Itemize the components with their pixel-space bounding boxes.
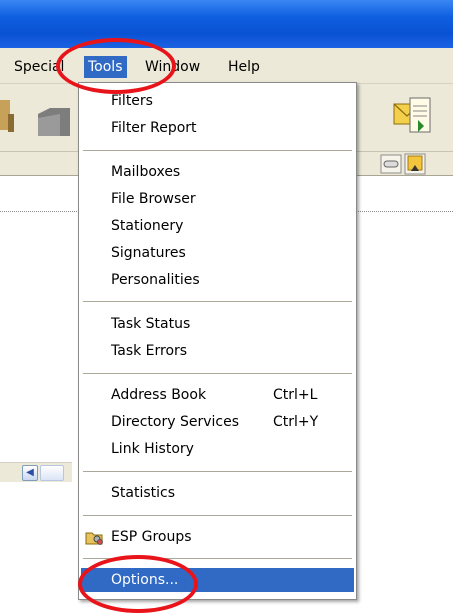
menu-tools[interactable]: Tools [84, 56, 127, 78]
menu-separator [83, 471, 352, 472]
tools-dropdown-menu: Filters Filter Report Mailboxes File Bro… [78, 82, 357, 600]
menu-item-personalities[interactable]: Personalities [81, 268, 354, 292]
menu-item-label: Address Book [111, 387, 207, 403]
menu-item-address-book[interactable]: Address Book Ctrl+L [81, 383, 354, 407]
menu-special[interactable]: Special [10, 56, 68, 78]
menu-separator [83, 373, 352, 374]
menu-separator [83, 150, 352, 151]
menu-item-statistics[interactable]: Statistics [81, 481, 354, 505]
horizontal-scrollbar[interactable]: ◀ [0, 462, 72, 482]
scroll-thumb[interactable] [40, 465, 64, 481]
menu-help[interactable]: Help [224, 56, 264, 78]
menu-bar: Special Tools Window Help [0, 48, 453, 84]
scroll-left-icon[interactable]: ◀ [22, 465, 38, 481]
menu-separator [83, 515, 352, 516]
shortcut-label: Ctrl+L [273, 387, 318, 403]
menu-item-mailboxes[interactable]: Mailboxes [81, 160, 354, 184]
folder-icon[interactable] [34, 100, 74, 140]
menu-item-esp-groups[interactable]: ESP Groups [81, 525, 354, 549]
menu-item-link-history[interactable]: Link History [81, 437, 354, 461]
menu-item-label: Directory Services [111, 414, 240, 430]
menu-window[interactable]: Window [141, 56, 204, 78]
window-titlebar [0, 0, 453, 48]
mail-send-icon[interactable] [388, 94, 438, 142]
menu-item-options[interactable]: Options... [81, 568, 354, 592]
menu-item-filter-report[interactable]: Filter Report [81, 116, 354, 140]
menu-item-label: ESP Groups [111, 529, 192, 545]
menu-item-file-browser[interactable]: File Browser [81, 187, 354, 211]
menu-item-directory-services[interactable]: Directory Services Ctrl+Y [81, 410, 354, 434]
menu-separator [83, 558, 352, 559]
esp-groups-icon [85, 532, 103, 545]
ticket-icon[interactable] [380, 154, 402, 174]
menu-item-stationery[interactable]: Stationery [81, 214, 354, 238]
address-icon[interactable] [0, 94, 16, 138]
menu-separator [83, 301, 352, 302]
menu-item-filters[interactable]: Filters [81, 89, 354, 113]
note-icon[interactable] [404, 153, 426, 175]
shortcut-label: Ctrl+Y [273, 414, 319, 430]
menu-item-task-status[interactable]: Task Status [81, 312, 354, 336]
menu-item-task-errors[interactable]: Task Errors [81, 339, 354, 363]
menu-item-signatures[interactable]: Signatures [81, 241, 354, 265]
